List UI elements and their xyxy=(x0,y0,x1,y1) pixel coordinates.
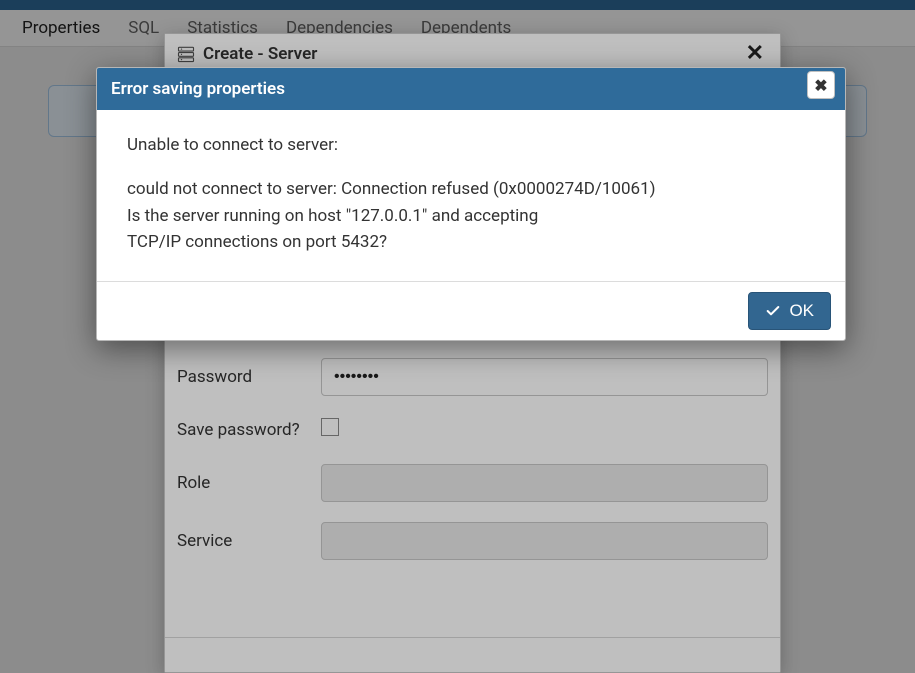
error-dialog-body: Unable to connect to server: could not c… xyxy=(97,110,845,281)
error-line-2: could not connect to server: Connection … xyxy=(127,176,815,202)
ok-button-label: OK xyxy=(789,301,814,321)
error-line-1: Unable to connect to server: xyxy=(127,132,815,158)
error-dialog-close-button[interactable]: ✖ xyxy=(807,71,835,99)
error-dialog-title: Error saving properties xyxy=(111,79,803,99)
error-line-3: Is the server running on host "127.0.0.1… xyxy=(127,203,815,229)
error-line-4: TCP/IP connections on port 5432? xyxy=(127,229,815,255)
error-dialog-header: Error saving properties ✖ xyxy=(97,68,845,110)
ok-button[interactable]: OK xyxy=(748,292,831,330)
error-detail: could not connect to server: Connection … xyxy=(127,176,815,255)
check-icon xyxy=(765,303,781,319)
error-dialog: Error saving properties ✖ Unable to conn… xyxy=(96,67,846,341)
error-dialog-footer: OK xyxy=(97,281,845,340)
